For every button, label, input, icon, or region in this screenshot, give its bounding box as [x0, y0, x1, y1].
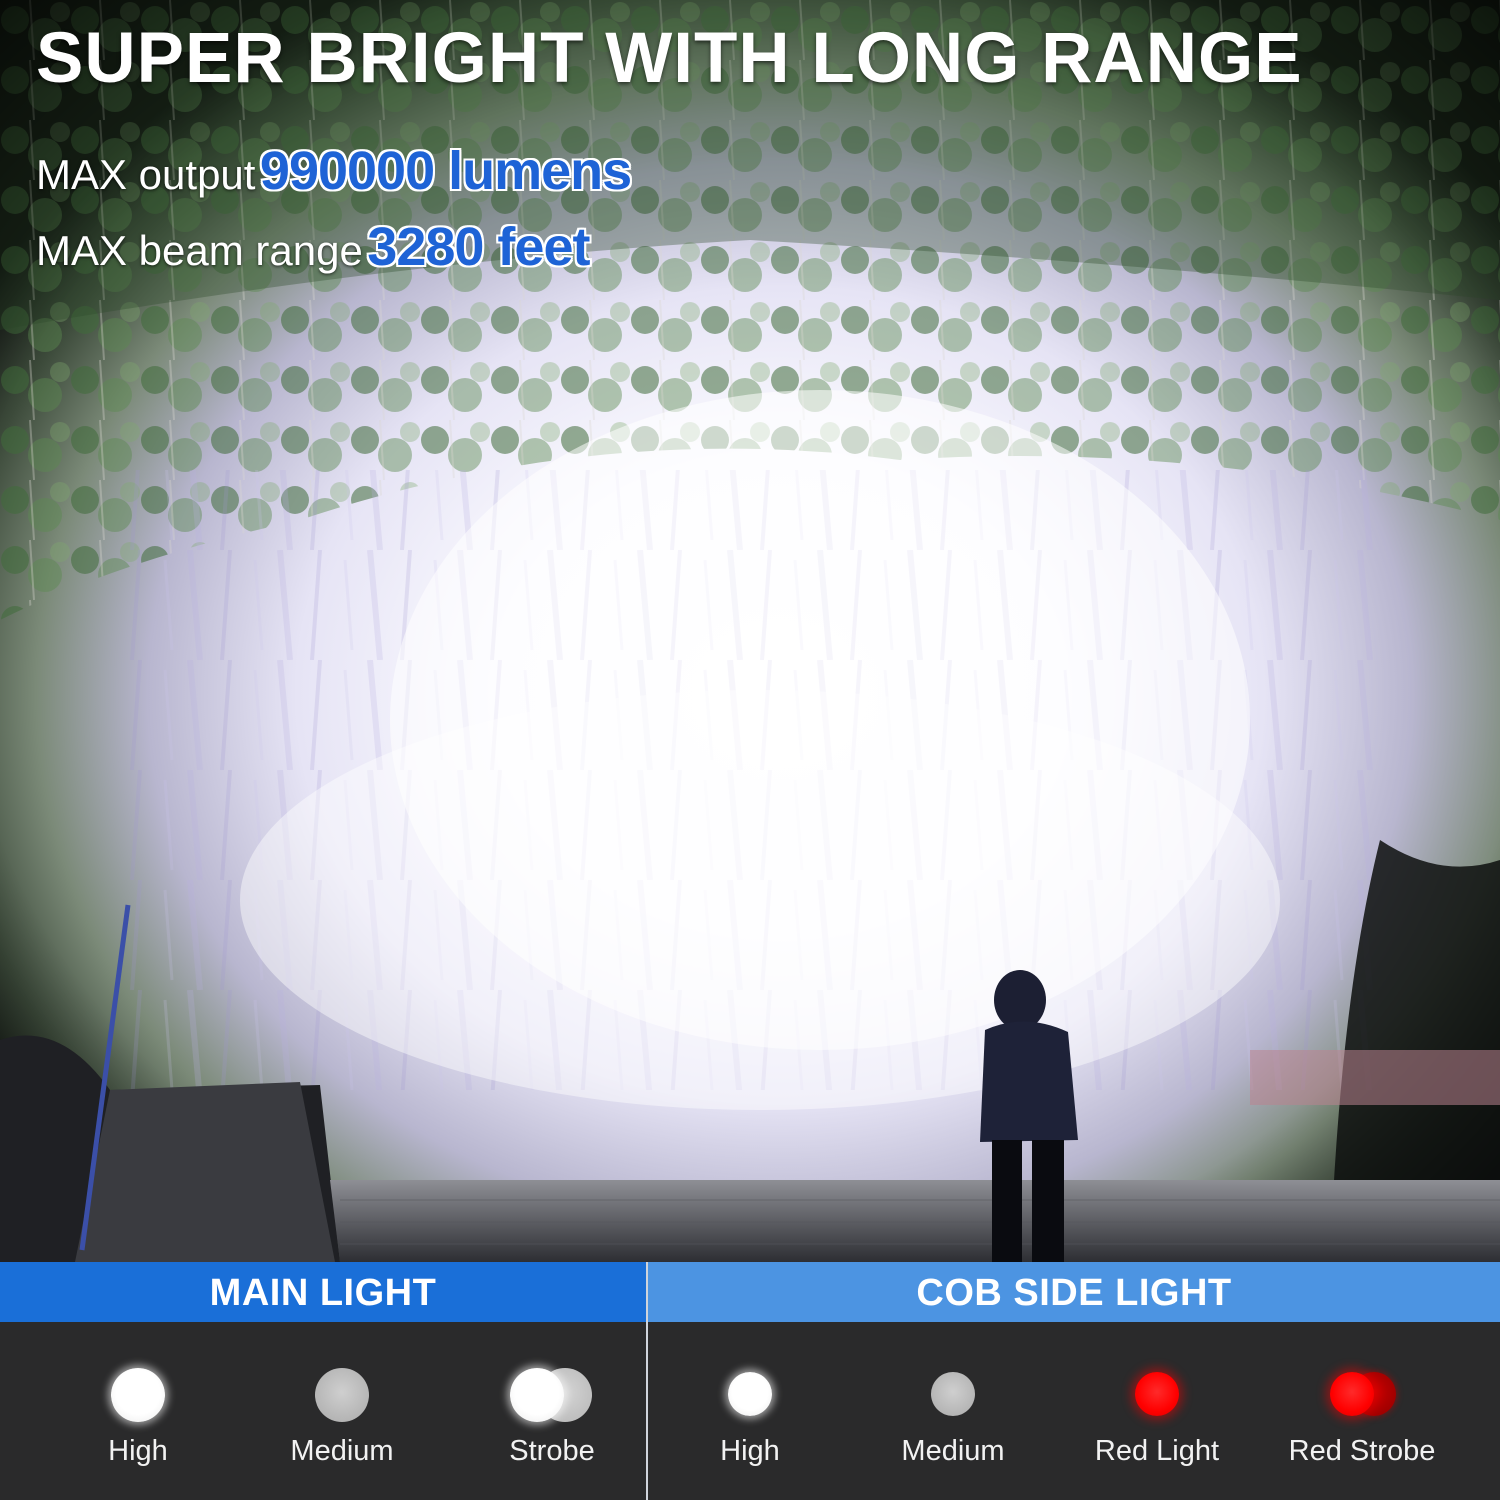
main-mode-high-label: High [108, 1435, 168, 1467]
red-strobe-dot-icon [1330, 1372, 1374, 1416]
main-mode-high: High [48, 1322, 228, 1500]
max-output-label: MAX output [36, 151, 256, 198]
white-light-dot-icon [728, 1372, 772, 1416]
main-light-header: MAIN LIGHT [0, 1262, 646, 1322]
cob-mode-red-light-label: Red Light [1094, 1435, 1220, 1467]
light-modes-panel: MAIN LIGHT High Medium Strobe COB SIDE L… [0, 1262, 1500, 1500]
cob-mode-medium-label: Medium [901, 1435, 1005, 1467]
max-output-line: MAX output 990000 lumens [36, 140, 632, 202]
night-beam-scene: SUPER BRIGHT WITH LONG RANGE MAX output … [0, 0, 1500, 1262]
headline: SUPER BRIGHT WITH LONG RANGE [36, 19, 1303, 98]
gray-light-dot-icon [931, 1372, 975, 1416]
product-feature-banner: SUPER BRIGHT WITH LONG RANGE MAX output … [0, 0, 1500, 1500]
max-beam-range-line: MAX beam range 3280 feet [36, 216, 590, 278]
red-light-dot-icon [1135, 1372, 1179, 1416]
main-mode-strobe: Strobe [462, 1322, 642, 1500]
max-output-value: 990000 lumens [259, 141, 632, 201]
main-light-section: MAIN LIGHT High Medium Strobe [0, 1262, 646, 1500]
cob-mode-high-label: High [720, 1435, 780, 1467]
cob-mode-medium: Medium [863, 1322, 1043, 1500]
max-beam-range-label: MAX beam range [36, 227, 363, 274]
max-beam-range-value: 3280 feet [367, 217, 590, 277]
main-mode-medium-label: Medium [290, 1435, 394, 1467]
cob-mode-high: High [660, 1322, 840, 1500]
main-mode-strobe-label: Strobe [509, 1435, 595, 1467]
cob-mode-red-light: Red Light [1067, 1322, 1247, 1500]
white-light-dot-icon [111, 1368, 165, 1422]
white-strobe-dot-icon [510, 1368, 564, 1422]
cob-side-light-section: COB SIDE LIGHT High Medium Red Light Red… [648, 1262, 1500, 1500]
main-mode-medium: Medium [252, 1322, 432, 1500]
cob-mode-red-strobe-label: Red Strobe [1288, 1435, 1436, 1467]
cob-mode-red-strobe: Red Strobe [1272, 1322, 1452, 1500]
cob-side-light-header: COB SIDE LIGHT [648, 1262, 1500, 1322]
gray-light-dot-icon [315, 1368, 369, 1422]
